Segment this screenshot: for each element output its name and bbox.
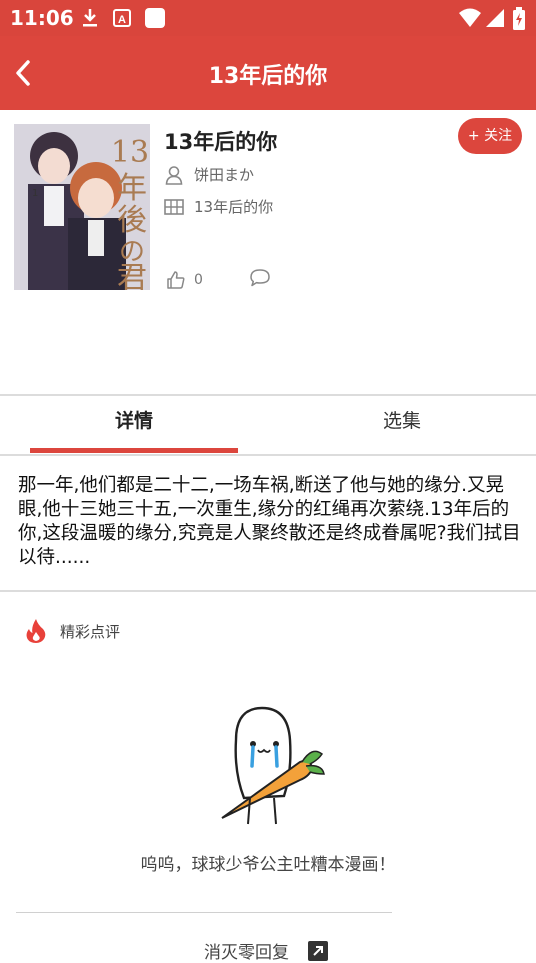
cover-image[interactable]: 13 年 後 の 君 1 bbox=[14, 124, 150, 296]
manga-info: 13 年 後 の 君 1 13年后的你 + 关注 饼田まか 13年后的你 0 bbox=[0, 110, 536, 394]
series-name: 13年后的你 bbox=[194, 198, 274, 216]
series-row: 13年后的你 bbox=[164, 196, 273, 217]
svg-text:1: 1 bbox=[32, 188, 38, 199]
tab-details[interactable]: 详情 bbox=[0, 396, 268, 450]
comment-button[interactable] bbox=[249, 268, 271, 292]
svg-text:後: 後 bbox=[117, 203, 147, 238]
empty-comments-text: 呜呜，球球少爷公主吐糟本漫画！ bbox=[140, 855, 396, 875]
signal-icon bbox=[484, 7, 506, 33]
cover-title-art: 13 bbox=[111, 135, 149, 170]
fire-icon bbox=[26, 619, 46, 643]
battery-icon bbox=[512, 7, 526, 35]
more-replies-row[interactable]: 消灭零回复 bbox=[204, 938, 329, 963]
page-title: 13年后的你 bbox=[208, 64, 328, 89]
more-replies-label: 消灭零回复 bbox=[204, 943, 289, 963]
square-icon bbox=[144, 7, 166, 33]
like-button[interactable]: 0 bbox=[166, 270, 203, 290]
divider bbox=[0, 590, 536, 592]
tab-indicator bbox=[30, 448, 238, 453]
svg-text:年: 年 bbox=[117, 171, 147, 206]
divider bbox=[16, 912, 392, 913]
svg-text:A: A bbox=[118, 14, 126, 26]
tab-episodes[interactable]: 选集 bbox=[268, 396, 536, 450]
description-text: 那一年,他们都是二十二,一场车祸,断送了他与她的缘分.又晃眼,他十三她三十五,一… bbox=[18, 475, 521, 568]
download-icon bbox=[80, 7, 100, 33]
thumbs-up-icon bbox=[167, 271, 185, 289]
grid-icon bbox=[164, 198, 184, 215]
external-link-icon bbox=[308, 940, 328, 961]
svg-text:君: 君 bbox=[117, 261, 147, 290]
tab-bar: 详情 选集 bbox=[0, 396, 536, 454]
empty-comments-illustration bbox=[214, 700, 330, 830]
status-bar: 11:06 A bbox=[0, 0, 536, 36]
a-icon: A bbox=[112, 7, 132, 33]
follow-button[interactable]: + 关注 bbox=[458, 118, 522, 154]
comments-header: 精彩点评 bbox=[24, 618, 120, 644]
manga-title: 13年后的你 bbox=[164, 130, 278, 154]
status-time: 11:06 bbox=[10, 6, 74, 30]
wifi-icon bbox=[458, 7, 482, 33]
comment-icon bbox=[250, 269, 270, 287]
action-row: 0 bbox=[166, 268, 271, 292]
app-bar: 13年后的你 bbox=[0, 36, 536, 110]
comments-title: 精彩点评 bbox=[60, 622, 121, 641]
author-row: 饼田まか bbox=[164, 164, 254, 185]
author-name: 饼田まか bbox=[194, 166, 255, 184]
like-count: 0 bbox=[194, 272, 203, 288]
divider bbox=[0, 454, 536, 456]
user-icon bbox=[165, 165, 183, 185]
